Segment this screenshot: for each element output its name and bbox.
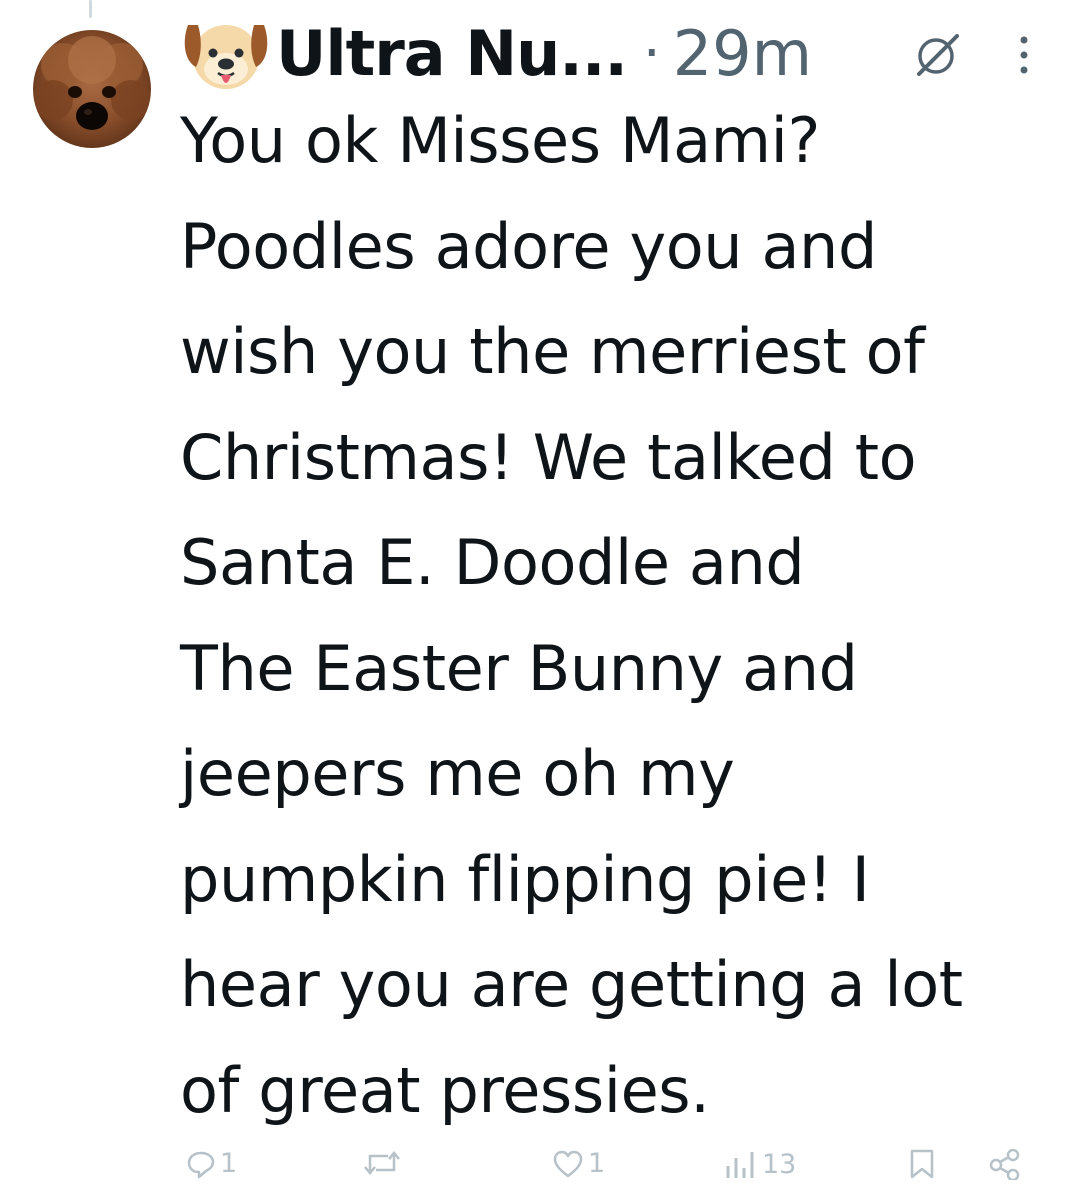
like-button[interactable]: 1 [552,1148,605,1179]
header-separator: · [642,20,661,86]
tweet-timestamp[interactable]: 29m [673,17,812,90]
reply-button[interactable]: 1 [186,1148,237,1179]
grok-icon[interactable] [909,26,965,82]
views-count: 13 [762,1148,797,1180]
bookmark-button[interactable] [907,1148,937,1180]
retweet-button[interactable] [362,1148,406,1178]
views-button[interactable]: 13 [724,1148,796,1180]
heart-icon [553,1150,583,1177]
share-icon [989,1148,1020,1180]
bookmark-icon [910,1149,934,1179]
reply-icon [187,1151,215,1178]
author-display-name[interactable]: Ultra Nu... [276,17,628,90]
more-options-icon[interactable] [1013,33,1035,77]
share-button[interactable] [988,1148,1022,1180]
retweet-icon [364,1151,400,1175]
reply-count: 1 [220,1148,238,1179]
thread-connector-line [89,0,92,18]
avatar[interactable] [33,30,151,148]
views-chart-icon [726,1152,754,1178]
poodle-avatar-icon [33,36,151,130]
dog-face-emoji-icon [184,25,268,89]
tweet-text: You ok Misses Mami? Poodles adore you an… [180,104,963,1127]
tweet-actions-bar: 1 1 13 [0,1148,1080,1188]
like-count: 1 [588,1148,606,1179]
